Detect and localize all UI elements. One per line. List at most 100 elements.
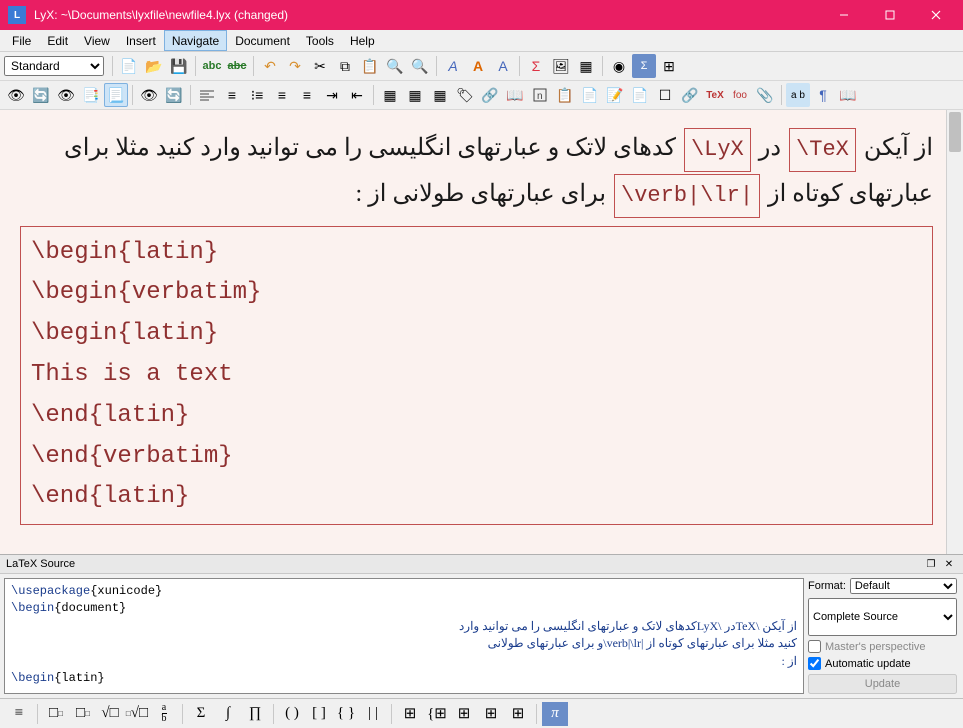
matrix-icon[interactable]: ⊞ [397,702,423,726]
masters-checkbox[interactable] [808,640,821,653]
align-left-icon[interactable] [195,83,219,107]
menu-document[interactable]: Document [227,30,298,51]
emph-icon[interactable]: A [441,54,465,78]
label-icon[interactable]: 🏷 [453,83,477,107]
box-icon[interactable]: ☐ [653,83,677,107]
preview-icon[interactable]: foo [728,83,752,107]
format-select[interactable]: Default [850,578,957,594]
pi-icon[interactable]: π [542,702,568,726]
product-icon[interactable]: ∏ [242,702,268,726]
scope-select[interactable]: Complete Source [808,598,957,636]
scrollbar-thumb[interactable] [949,112,961,152]
increase-depth-icon[interactable]: ⇥ [320,83,344,107]
cut-icon[interactable]: ✂ [308,54,332,78]
nroot-icon[interactable]: □√□ [124,702,150,726]
brace-icon[interactable]: { } [333,702,359,726]
superscript-icon[interactable]: □□ [70,702,96,726]
close-button[interactable] [913,0,959,30]
paragraph-1[interactable]: از آیکن \TeX در \LyX کدهای لاتک و عبارته… [20,126,933,218]
lines-icon[interactable]: ≡ [6,702,32,726]
spellcheck-underline-icon[interactable]: abc [225,54,249,78]
array2-icon[interactable]: ⊞ [478,702,504,726]
editor-area[interactable]: از آیکن \TeX در \LyX کدهای لاتک و عبارته… [0,110,963,554]
minimize-button[interactable] [821,0,867,30]
open-icon[interactable]: 📂 [142,54,166,78]
redo-icon[interactable]: ↷ [283,54,307,78]
master-view-icon[interactable]: 👁 [54,83,78,107]
hyperlink-icon[interactable]: 🔗 [678,83,702,107]
spellcheck-icon[interactable]: abc [200,54,224,78]
citation-icon[interactable]: 📖 [503,83,527,107]
menu-view[interactable]: View [76,30,118,51]
outline-icon[interactable]: ◉ [607,54,631,78]
numbered-list-icon[interactable]: ≡ [220,83,244,107]
fraction-icon[interactable]: ab [151,702,177,726]
index-icon[interactable]: n [528,83,552,107]
table-float-icon[interactable]: ▦ [428,83,452,107]
cross-ref-icon[interactable]: 🔗 [478,83,502,107]
bracket-icon[interactable]: [ ] [306,702,332,726]
list-icon[interactable]: ≡ [270,83,294,107]
menu-file[interactable]: File [4,30,39,51]
layout-dropdown[interactable]: Standard [4,56,104,76]
noun-icon[interactable]: A [466,54,490,78]
update-button[interactable]: Update [808,674,957,694]
view-other-icon[interactable]: 👁 [137,83,161,107]
subscript-icon[interactable]: □□ [43,702,69,726]
note-icon[interactable]: 📄 [628,83,652,107]
bar-icon[interactable]: | | [360,702,386,726]
vertical-scrollbar[interactable] [946,110,963,554]
auto-update-checkbox[interactable] [808,657,821,670]
view-source-icon[interactable]: 📃 [104,83,128,107]
ert-inset-verb[interactable]: \verb|\lr| [614,174,760,218]
integral-icon[interactable]: ∫ [215,702,241,726]
math-toolbar-icon[interactable]: Σ [632,54,656,78]
source-text[interactable]: \usepackage{xunicode} \begin{document} ا… [4,578,804,694]
sum-icon[interactable]: Σ [188,702,214,726]
menu-help[interactable]: Help [342,30,383,51]
figure-float-icon[interactable]: ▦ [403,83,427,107]
undo-icon[interactable]: ↶ [258,54,282,78]
sqrt-icon[interactable]: √□ [97,702,123,726]
paren-icon[interactable]: ( ) [279,702,305,726]
text-style-icon[interactable]: a b [786,83,810,107]
view-icon[interactable]: 👁 [4,83,28,107]
graphics-icon[interactable]: 🖼 [549,54,573,78]
menu-navigate[interactable]: Navigate [164,30,227,51]
nomenclature-icon[interactable]: 📋 [553,83,577,107]
table-insert-icon[interactable]: ▦ [574,54,598,78]
array1-icon[interactable]: ⊞ [451,702,477,726]
tex-code-icon[interactable]: TeX [703,83,727,107]
undock-icon[interactable]: ❐ [923,557,939,571]
update-other-icon[interactable]: 🔄 [162,83,186,107]
paste-icon[interactable]: 📋 [358,54,382,78]
cases-icon[interactable]: {⊞ [424,702,450,726]
ert-block[interactable]: \begin{latin} \begin{verbatim} \begin{la… [20,226,933,526]
new-icon[interactable]: 📄 [117,54,141,78]
menu-edit[interactable]: Edit [39,30,76,51]
close-panel-icon[interactable]: ✕ [941,557,957,571]
decrease-depth-icon[interactable]: ⇤ [345,83,369,107]
ert-inset-tex[interactable]: \TeX [789,128,856,172]
description-icon[interactable]: ≡ [295,83,319,107]
footnote-icon[interactable]: 📄 [578,83,602,107]
find-replace-icon[interactable]: 🔍 [408,54,432,78]
master-update-icon[interactable]: 📑 [79,83,103,107]
table-toolbar-icon[interactable]: ⊞ [657,54,681,78]
font-icon[interactable]: A [491,54,515,78]
ert-icon[interactable]: ▦ [378,83,402,107]
include-icon[interactable]: 📎 [753,83,777,107]
update-icon[interactable]: 🔄 [29,83,53,107]
copy-icon[interactable]: ⧉ [333,54,357,78]
ert-inset-lyx[interactable]: \LyX [684,128,751,172]
margin-note-icon[interactable]: 📝 [603,83,627,107]
paragraph-icon[interactable]: ¶ [811,83,835,107]
menu-tools[interactable]: Tools [298,30,342,51]
math-icon[interactable]: Σ [524,54,548,78]
menu-insert[interactable]: Insert [118,30,164,51]
save-icon[interactable]: 💾 [167,54,191,78]
bullet-list-icon[interactable]: ⁝≡ [245,83,269,107]
array3-icon[interactable]: ⊞ [505,702,531,726]
find-icon[interactable]: 🔍 [383,54,407,78]
maximize-button[interactable] [867,0,913,30]
